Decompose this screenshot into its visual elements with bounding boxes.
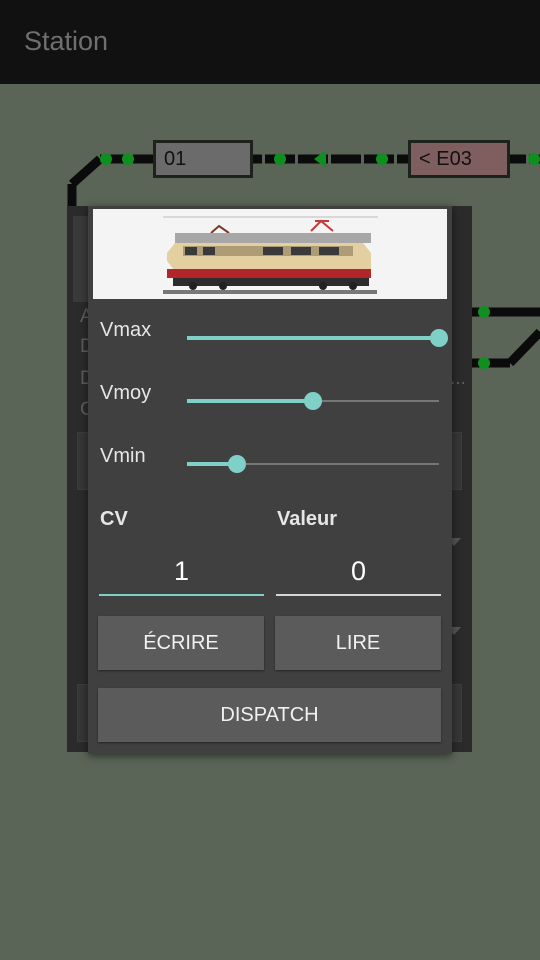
vmax-label: Vmax: [100, 319, 152, 341]
app-title: Station: [24, 26, 109, 56]
valeur-label: Valeur: [277, 508, 338, 530]
valeur-input-underline: [276, 594, 441, 596]
valeur-input[interactable]: [276, 548, 441, 594]
vmin-slider-thumb[interactable]: [228, 455, 247, 473]
vmax-slider[interactable]: [187, 329, 448, 347]
track-block-01[interactable]: 01: [153, 140, 253, 178]
read-button[interactable]: LIRE: [275, 616, 441, 670]
signal-light: [478, 306, 490, 318]
signal-light: [274, 153, 286, 165]
vmin-slider[interactable]: [187, 455, 439, 473]
cv-input-underline: [99, 594, 264, 596]
vmax-slider-fill: [187, 336, 439, 340]
vmoy-slider-thumb[interactable]: [304, 392, 322, 410]
vmoy-label: Vmoy: [100, 382, 152, 404]
write-button[interactable]: ÉCRIRE: [98, 616, 264, 670]
app-bar: Station: [0, 0, 540, 84]
signal-light: [122, 153, 134, 165]
vmax-slider-thumb[interactable]: [430, 329, 448, 347]
cv-input[interactable]: [99, 548, 264, 594]
track-block-e03[interactable]: < E03: [408, 140, 510, 178]
signal-light: [478, 357, 490, 369]
background-strip: [73, 216, 89, 302]
locomotive-illustration: [93, 209, 447, 299]
vmin-label: Vmin: [100, 445, 146, 467]
locomotive-image: [93, 209, 447, 299]
signal-light: [528, 153, 540, 165]
direction-arrow-icon: [314, 150, 326, 168]
dispatch-button[interactable]: DISPATCH: [98, 688, 441, 742]
locomotive-dialog: Vmax Vmoy Vmin CV Valeur ÉCRIRE LIRE DIS…: [88, 206, 452, 754]
signal-light: [376, 153, 388, 165]
signal-light: [100, 153, 112, 165]
cv-label: CV: [100, 508, 128, 530]
vmoy-slider[interactable]: [187, 392, 439, 410]
vmoy-slider-fill: [187, 399, 313, 403]
background-ellipsis: ...: [450, 368, 466, 389]
